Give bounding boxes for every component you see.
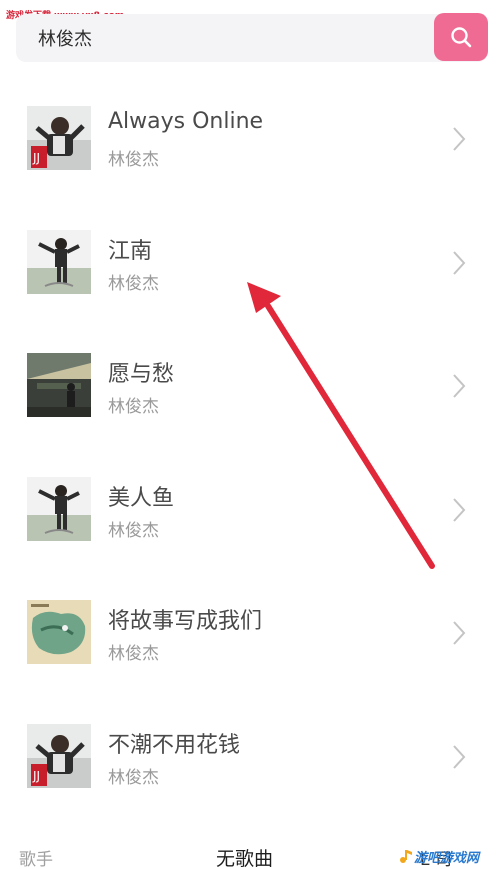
search-icon [451,27,472,48]
tab-singer[interactable]: 歌手 [19,845,53,869]
song-row[interactable]: 美人鱼 林俊杰 [0,446,498,570]
song-row[interactable]: 将故事写成我们 林俊杰 [0,569,498,693]
album-cover [27,600,91,664]
song-row[interactable]: 江南 林俊杰 [0,199,498,323]
album-cover: JJ [27,106,91,170]
watermark-bottom: 游吧游戏网 [398,846,496,866]
song-title: 将故事写成我们 [108,609,263,634]
chevron-right-icon [453,250,466,275]
watermark-text: 游吧游戏网 [414,850,480,866]
song-title: 愿与愁 [108,362,175,387]
song-artist: 林俊杰 [108,767,159,788]
album-cover: JJ [27,723,91,788]
song-title: 江南 [108,238,153,264]
search-bar [16,14,488,62]
song-title: 美人鱼 [108,485,175,511]
song-list: JJ Always Online 林俊杰 江南 林俊杰 愿与愁 林俊杰 美人鱼 … [0,75,498,816]
svg-text:JJ: JJ [32,769,40,783]
svg-text:JJ: JJ [32,151,40,165]
album-cover [27,353,91,417]
chevron-right-icon [453,127,466,151]
song-artist: 林俊杰 [108,397,159,417]
song-artist: 林俊杰 [108,273,159,294]
chevron-right-icon [453,621,466,645]
music-note-icon [400,850,412,863]
search-button[interactable] [434,13,488,61]
song-title: Always Online [108,109,264,134]
chevron-right-icon [453,497,466,522]
search-input[interactable] [38,24,418,52]
song-row[interactable]: 愿与愁 林俊杰 [0,322,498,446]
album-cover [27,476,91,541]
song-artist: 林俊杰 [108,150,159,170]
song-artist: 林俊杰 [108,520,159,541]
chevron-right-icon [453,744,466,769]
song-row[interactable]: JJ Always Online 林俊杰 [0,75,498,199]
current-song-label: 无歌曲 [216,848,274,869]
chevron-right-icon [453,374,466,398]
album-cover [27,229,91,294]
song-title: 不潮不用花钱 [108,732,241,758]
song-artist: 林俊杰 [108,644,159,664]
song-row[interactable]: JJ 不潮不用花钱 林俊杰 [0,693,498,817]
